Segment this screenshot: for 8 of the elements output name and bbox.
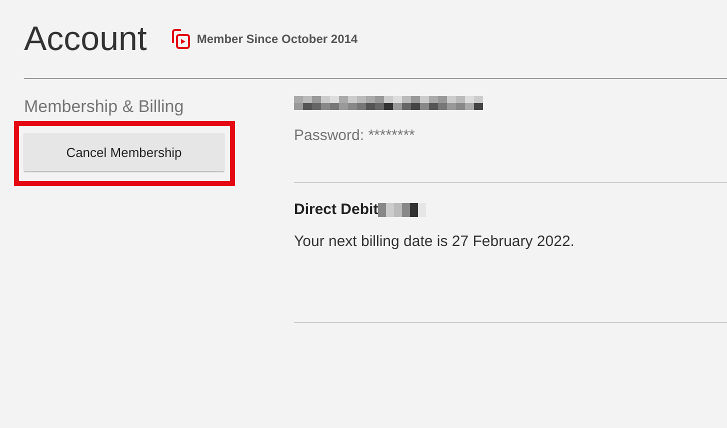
member-since-text: Member Since October 2014 xyxy=(196,32,358,46)
blurred-account-drawing xyxy=(378,202,426,216)
section-title: Membership & Billing xyxy=(24,97,185,117)
billing-date-text: Your next billing date is 27 February 2022. xyxy=(294,233,576,250)
password-text: Password: ******** xyxy=(294,127,416,144)
payment-method-text: Direct Debit xyxy=(294,201,378,218)
cancel-membership-button[interactable]: Cancel Membership xyxy=(24,133,224,171)
page-title: Account xyxy=(24,19,147,59)
